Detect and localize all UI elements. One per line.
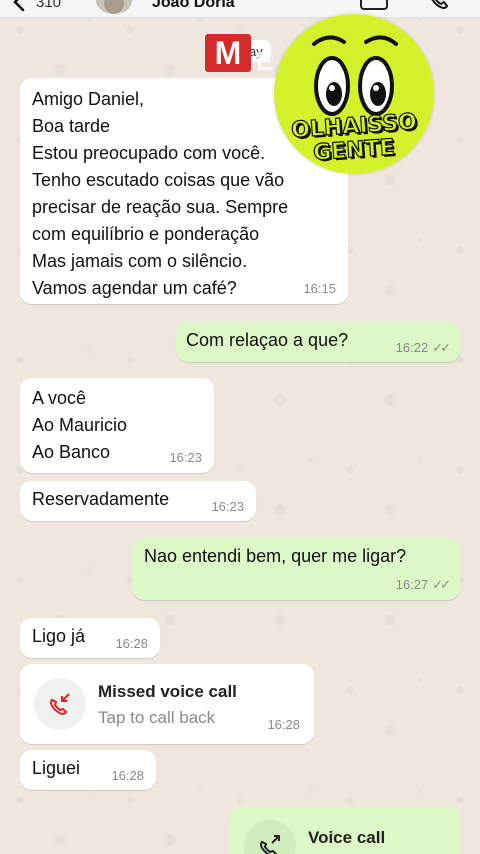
voice-call-title: Voice call bbox=[308, 828, 386, 847]
message-time: 16:22 ✓✓ bbox=[395, 340, 451, 355]
message-time: 16:28 bbox=[267, 717, 300, 732]
message-time: 16:28 bbox=[111, 768, 144, 783]
back-arrow-icon[interactable] bbox=[10, 0, 30, 12]
avatar[interactable] bbox=[96, 0, 132, 14]
message-time: 16:23 bbox=[211, 499, 244, 514]
message-time-value: 16:22 bbox=[395, 340, 429, 355]
missed-call-icon bbox=[50, 693, 70, 716]
double-check-icon: ✓✓ bbox=[432, 340, 451, 355]
voice-call-icon bbox=[260, 835, 280, 854]
voice-call-icon-wrap bbox=[244, 820, 296, 854]
olhaisso-sticker: OLHAISSO GENTE bbox=[274, 14, 434, 174]
message-bubble-incoming[interactable]: Reservadamente 16:23 bbox=[20, 481, 256, 521]
voice-call-card[interactable]: Voice call bbox=[230, 806, 460, 854]
message-bubble-outgoing[interactable]: Nao entendi bem, quer me ligar? 16:27 ✓✓ bbox=[132, 538, 460, 600]
message-bubble-incoming[interactable]: Ligo já 16:28 bbox=[20, 618, 160, 658]
message-time: 16:27 ✓✓ bbox=[395, 577, 451, 592]
missed-call-subtitle[interactable]: Tap to call back bbox=[98, 704, 215, 731]
brand-logo: M bbox=[205, 34, 251, 72]
phone-icon[interactable] bbox=[428, 0, 450, 10]
message-bubble-incoming[interactable]: Liguei 16:28 bbox=[20, 750, 156, 790]
message-bubble-incoming[interactable]: A você Ao Mauricio Ao Banco 16:23 bbox=[20, 378, 214, 473]
double-check-icon: ✓✓ bbox=[432, 577, 451, 592]
unread-count[interactable]: 310 bbox=[36, 0, 61, 11]
missed-call-icon-wrap bbox=[34, 678, 86, 730]
message-bubble-outgoing[interactable]: Com relaçao a que? 16:22 ✓✓ bbox=[176, 322, 460, 362]
brand-watermark-left: E bbox=[256, 46, 276, 76]
message-time: 16:15 bbox=[303, 281, 336, 296]
contact-name[interactable]: João Doria bbox=[152, 0, 235, 12]
video-call-icon[interactable] bbox=[360, 0, 388, 10]
missed-call-title: Missed voice call bbox=[98, 682, 237, 701]
message-text: Nao entendi bem, quer me ligar? bbox=[144, 546, 407, 566]
message-time-value: 16:27 bbox=[395, 577, 429, 592]
message-time: 16:23 bbox=[169, 450, 202, 465]
message-time: 16:28 bbox=[115, 636, 148, 651]
missed-call-card[interactable]: Missed voice call Tap to call back 16:28 bbox=[20, 664, 314, 744]
